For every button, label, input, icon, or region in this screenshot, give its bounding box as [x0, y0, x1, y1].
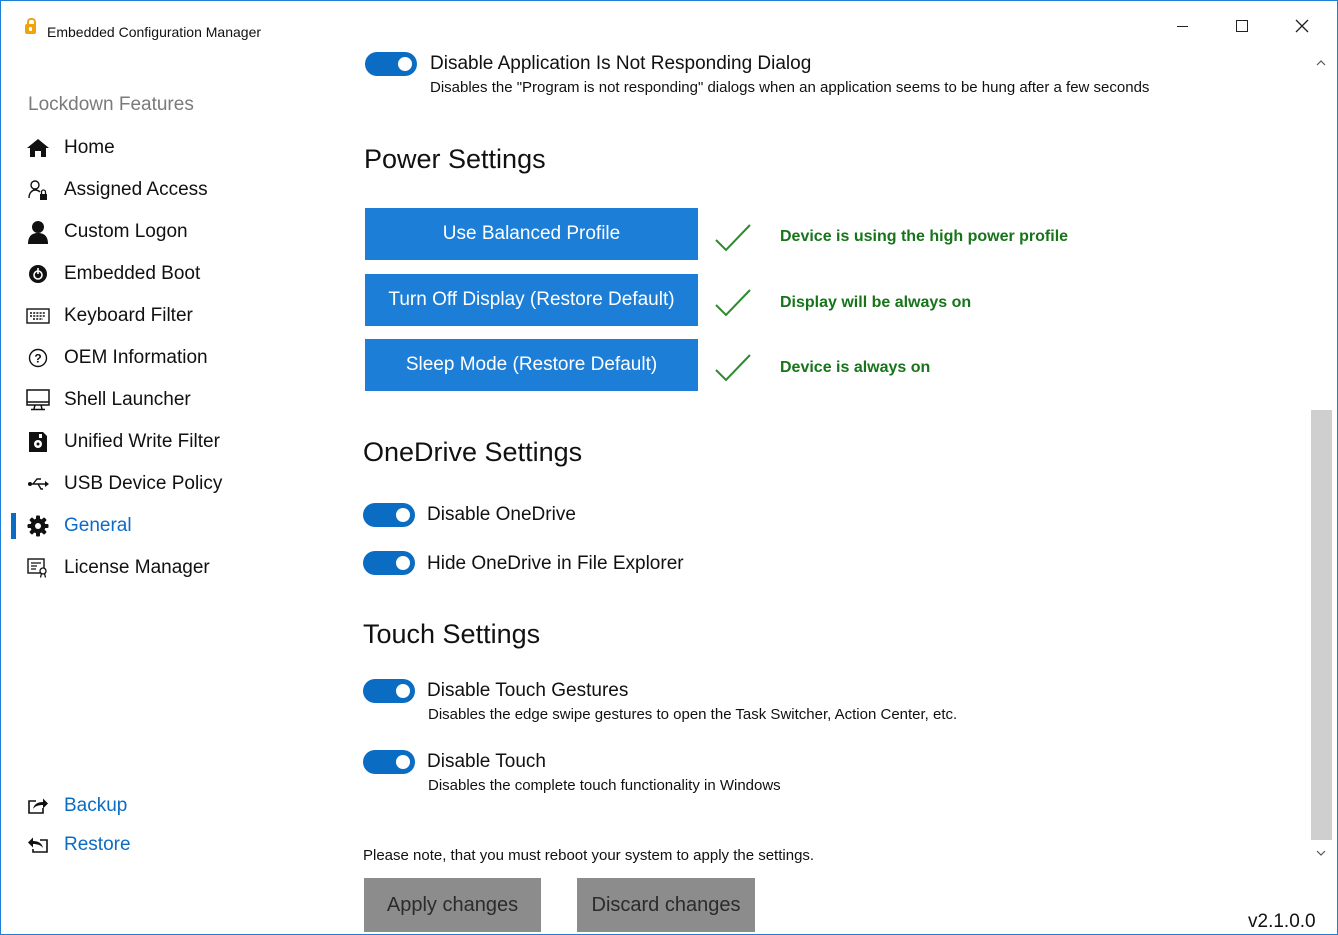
restore-icon — [26, 833, 50, 857]
assigned-access-icon — [26, 178, 50, 202]
hide-onedrive-label: Hide OneDrive in File Explorer — [427, 553, 684, 574]
sidebar-item-label: Unified Write Filter — [64, 431, 220, 452]
sidebar-item-general[interactable]: General — [1, 508, 321, 544]
check-icon — [715, 354, 751, 382]
keyboard-icon — [26, 304, 50, 328]
sidebar-item-assigned-access[interactable]: Assigned Access — [1, 172, 321, 208]
sidebar-item-label: USB Device Policy — [64, 473, 223, 494]
power-profile-status: Device is using the high power profile — [780, 228, 1069, 245]
sidebar-item-home[interactable]: Home — [1, 130, 321, 166]
usb-icon — [26, 472, 50, 496]
sidebar-item-label: General — [64, 515, 132, 536]
boot-icon — [26, 262, 50, 286]
disable-touch-description: Disables the complete touch functionalit… — [428, 777, 781, 794]
sidebar-item-label: Keyboard Filter — [64, 305, 193, 326]
backup-icon — [26, 794, 50, 818]
onedrive-settings-title: OneDrive Settings — [363, 437, 583, 467]
sidebar-item-label: License Manager — [64, 557, 210, 578]
sidebar-heading: Lockdown Features — [28, 94, 194, 115]
scroll-up-icon[interactable] — [1313, 55, 1329, 71]
restore-label: Restore — [64, 834, 131, 855]
not-responding-toggle-description: Disables the "Program is not responding"… — [430, 79, 1150, 96]
backup-link[interactable]: Backup — [1, 788, 321, 824]
sidebar-item-shell-launcher[interactable]: Shell Launcher — [1, 382, 321, 418]
discard-changes-button[interactable]: Discard changes — [577, 878, 755, 932]
sidebar: Lockdown Features Home Assigned Access C… — [1, 37, 341, 934]
disable-onedrive-toggle[interactable] — [363, 503, 415, 527]
sidebar-item-custom-logon[interactable]: Custom Logon — [1, 214, 321, 250]
gear-icon — [26, 514, 50, 538]
svg-text:?: ? — [34, 352, 41, 366]
disable-touch-toggle[interactable] — [363, 750, 415, 774]
close-icon — [1295, 19, 1309, 33]
maximize-icon — [1236, 20, 1248, 32]
restore-link[interactable]: Restore — [1, 827, 321, 863]
disable-touch-gestures-description: Disables the edge swipe gestures to open… — [428, 706, 958, 723]
version-label: v2.1.0.0 — [1248, 911, 1316, 932]
monitor-icon — [26, 388, 50, 412]
padlock-icon — [25, 18, 36, 34]
sidebar-item-label: Shell Launcher — [64, 389, 191, 410]
question-circle-icon: ? — [26, 346, 50, 370]
turn-off-display-button[interactable]: Turn Off Display (Restore Default) — [365, 274, 698, 326]
touch-settings-title: Touch Settings — [363, 619, 541, 649]
vertical-scrollbar[interactable] — [1307, 37, 1337, 867]
disable-touch-label: Disable Touch — [427, 751, 547, 772]
sidebar-item-label: Assigned Access — [64, 179, 208, 200]
app-window: Embedded Configuration Manager Lockdown … — [0, 0, 1338, 935]
disable-touch-gestures-label: Disable Touch Gestures — [427, 680, 629, 701]
hide-onedrive-toggle[interactable] — [363, 551, 415, 575]
sleep-status: Device is always on — [780, 359, 931, 376]
sidebar-item-usb-device-policy[interactable]: USB Device Policy — [1, 466, 321, 502]
main-content: Disable Application Is Not Responding Di… — [341, 37, 1307, 934]
sidebar-item-label: Custom Logon — [64, 221, 188, 242]
sidebar-item-embedded-boot[interactable]: Embedded Boot — [1, 256, 321, 292]
scrollbar-thumb[interactable] — [1311, 410, 1332, 840]
license-icon — [26, 556, 50, 580]
write-filter-icon — [26, 430, 50, 454]
sidebar-item-label: Home — [64, 137, 115, 158]
home-icon — [26, 136, 50, 160]
power-settings-title: Power Settings — [364, 144, 546, 174]
backup-label: Backup — [64, 795, 128, 816]
sidebar-item-keyboard-filter[interactable]: Keyboard Filter — [1, 298, 321, 334]
check-icon — [715, 224, 751, 252]
sidebar-item-label: Embedded Boot — [64, 263, 201, 284]
title-bar: Embedded Configuration Manager — [1, 1, 1337, 40]
not-responding-toggle[interactable] — [365, 52, 417, 76]
sidebar-item-license-manager[interactable]: License Manager — [1, 550, 321, 586]
display-status: Display will be always on — [780, 294, 972, 311]
minimize-icon — [1176, 25, 1188, 27]
sleep-mode-button[interactable]: Sleep Mode (Restore Default) — [365, 339, 698, 391]
scroll-down-icon[interactable] — [1313, 845, 1329, 861]
check-icon — [715, 289, 751, 317]
reboot-note: Please note, that you must reboot your s… — [363, 847, 815, 864]
disable-touch-gestures-toggle[interactable] — [363, 679, 415, 703]
sidebar-item-unified-write-filter[interactable]: Unified Write Filter — [1, 424, 321, 460]
not-responding-toggle-label: Disable Application Is Not Responding Di… — [430, 53, 812, 74]
sidebar-item-oem-information[interactable]: ? OEM Information — [1, 340, 321, 376]
disable-onedrive-label: Disable OneDrive — [427, 504, 576, 525]
person-icon — [26, 220, 50, 244]
apply-changes-button[interactable]: Apply changes — [364, 878, 541, 932]
sidebar-item-label: OEM Information — [64, 347, 208, 368]
use-balanced-profile-button[interactable]: Use Balanced Profile — [365, 208, 698, 260]
